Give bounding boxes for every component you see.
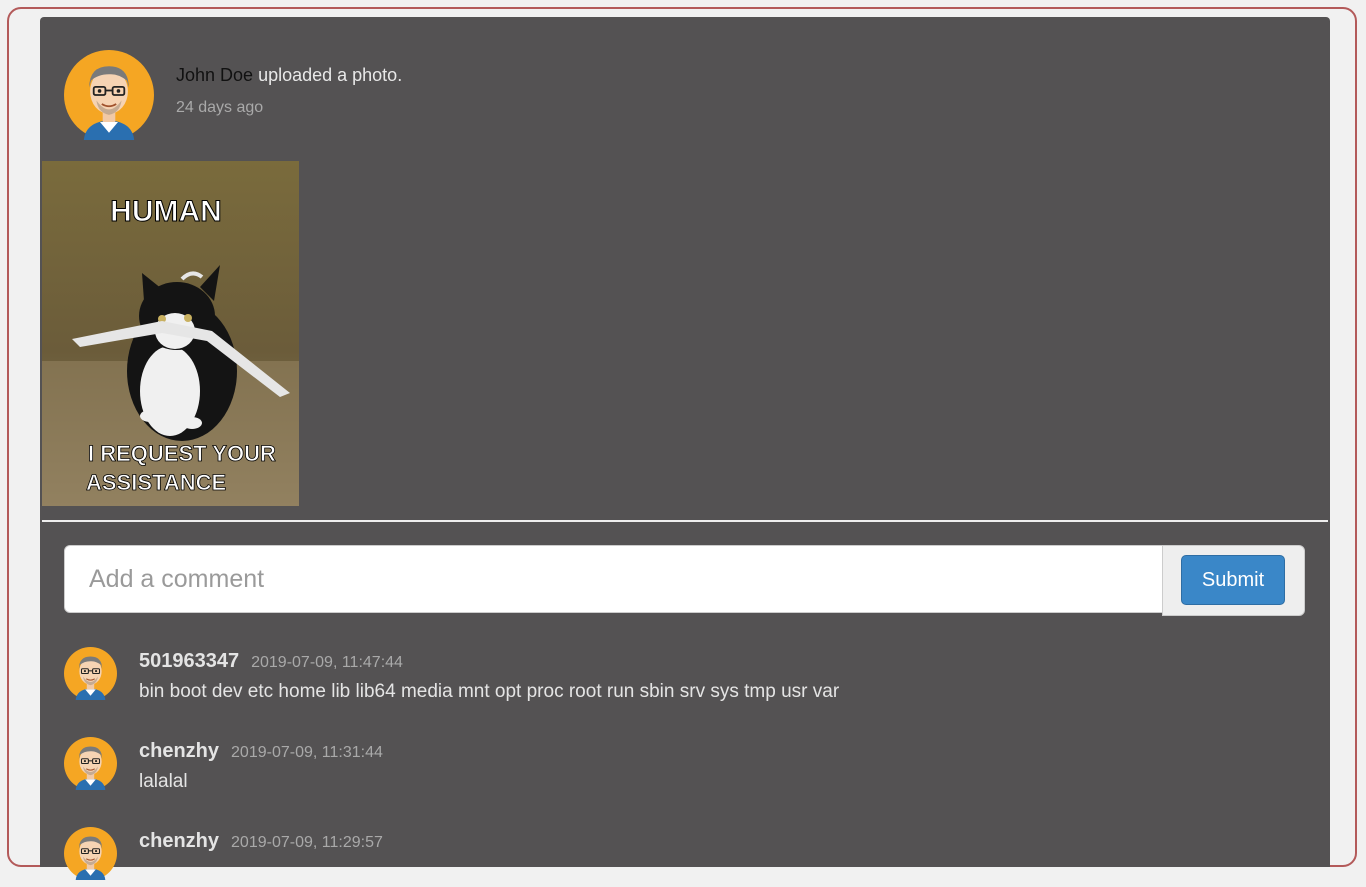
comment-header: 501963347 2019-07-09, 11:47:44 <box>139 650 403 673</box>
photo-caption-top: HUMAN <box>110 195 222 228</box>
comment-item: 501963347 2019-07-09, 11:47:44 bin boot d… <box>64 647 1264 707</box>
comment-username[interactable]: 501963347 <box>139 650 239 672</box>
comment-username[interactable]: chenzhy <box>139 740 219 762</box>
comment-item: chenzhy 2019-07-09, 11:29:57 <box>64 827 1264 887</box>
post-timestamp: 24 days ago <box>176 99 264 116</box>
comment-header: chenzhy 2019-07-09, 11:29:57 <box>139 830 383 853</box>
photo-caption-bottom-2: ASSISTANCE <box>86 470 226 495</box>
post-title: John Doe uploaded a photo. <box>176 65 402 86</box>
submit-button[interactable]: Submit <box>1181 555 1285 605</box>
comment-timestamp: 2019-07-09, 11:31:44 <box>231 744 383 761</box>
post-photo[interactable]: HUMAN I REQUEST YOUR ASSISTANCE <box>42 161 299 506</box>
post-action-text: uploaded a photo. <box>253 65 403 85</box>
post-card: John Doe uploaded a photo. 24 days ago H… <box>40 17 1330 867</box>
commenter-avatar[interactable] <box>64 737 117 790</box>
comment-timestamp: 2019-07-09, 11:47:44 <box>251 654 403 671</box>
comment-item: chenzhy 2019-07-09, 11:31:44 lalalal <box>64 737 1264 797</box>
commenter-avatar[interactable] <box>64 647 117 700</box>
post-author-link[interactable]: John Doe <box>176 65 253 85</box>
input-addon: Submit <box>1162 545 1305 616</box>
photo-caption-bottom-1: I REQUEST YOUR <box>88 441 276 466</box>
divider <box>42 520 1328 522</box>
comment-form: Submit <box>64 545 1305 616</box>
comment-input[interactable] <box>64 545 1163 613</box>
comment-timestamp: 2019-07-09, 11:29:57 <box>231 834 383 851</box>
author-avatar[interactable] <box>64 50 154 140</box>
comment-text: lalalal <box>139 771 188 792</box>
comment-header: chenzhy 2019-07-09, 11:31:44 <box>139 740 383 763</box>
comment-text: bin boot dev etc home lib lib64 media mn… <box>139 681 840 702</box>
comment-username[interactable]: chenzhy <box>139 830 219 852</box>
